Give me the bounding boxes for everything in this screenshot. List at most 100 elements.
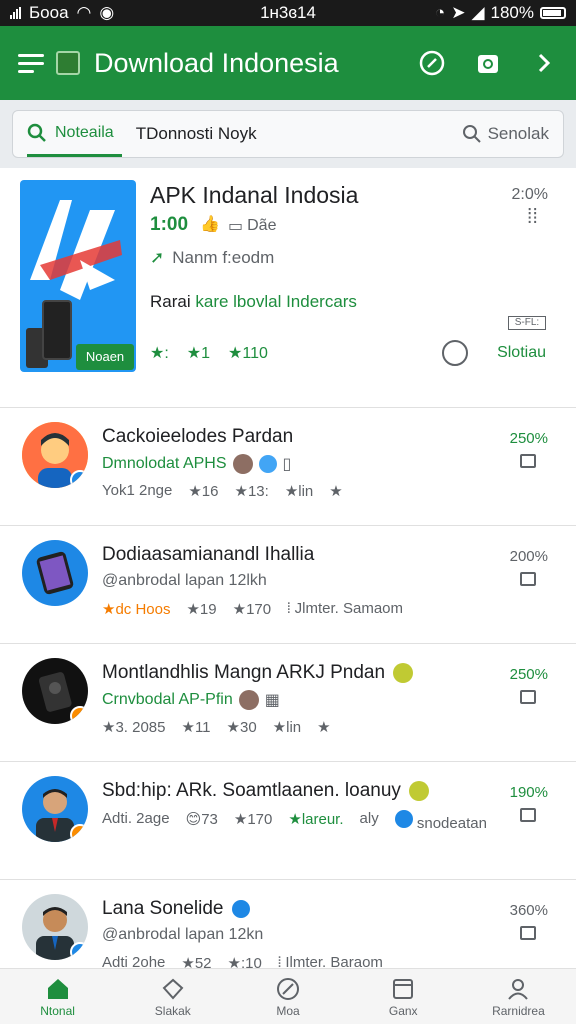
avatar bbox=[22, 894, 88, 960]
rating-3: ★110 bbox=[228, 345, 268, 362]
search-icon[interactable] bbox=[474, 49, 502, 77]
calendar-icon: ▭ bbox=[228, 218, 244, 235]
comment-icon[interactable] bbox=[520, 572, 536, 586]
type-meta: ▭ Dãe bbox=[228, 217, 277, 235]
verified-icon bbox=[231, 900, 250, 918]
user-avatar-icon bbox=[238, 690, 259, 710]
item-percent: 360% bbox=[509, 902, 548, 919]
rating-1: ★: bbox=[150, 345, 169, 362]
avatar bbox=[22, 422, 88, 488]
verified-icon bbox=[70, 942, 88, 960]
verified-icon bbox=[70, 706, 88, 724]
carrier-label: Боoa bbox=[29, 3, 69, 22]
item-stats: ★dc Hoos ★19 ★170 ⦙ Jlmter. Samaom bbox=[102, 600, 403, 618]
featured-ratings: ★: ★1 ★110 bbox=[150, 343, 268, 363]
item-title: Dodiaasamianandl Ihallia bbox=[102, 544, 315, 565]
item-title: Montlandhlis Mangn ARKJ Pndan bbox=[102, 662, 414, 684]
featured-app-card[interactable]: Noaen APK Indanal Indosia 1:00 👍 ▭ Dãe ➚… bbox=[0, 168, 576, 408]
sync-icon: ◉ bbox=[99, 3, 115, 22]
item-stats: Yok1 2nge ★16 ★13: ★lin ★ bbox=[102, 482, 343, 500]
search-query: TDonnosti Noyk bbox=[135, 124, 257, 143]
item-title: Cackoieelodes Pardan bbox=[102, 426, 294, 447]
user-avatar-icon bbox=[232, 454, 253, 474]
explore-icon[interactable] bbox=[418, 49, 446, 77]
app-logo bbox=[56, 51, 80, 75]
tag-icon bbox=[277, 977, 299, 1000]
list-item[interactable]: Sbd:hip: ARk. Soamtlaanen. loanuy Adti. … bbox=[0, 762, 576, 880]
home-icon bbox=[47, 978, 68, 999]
search-input[interactable]: Noteaila TDonnosti Noyk Senolak bbox=[12, 110, 564, 158]
tablet-icon bbox=[393, 978, 414, 999]
chevron-right-icon[interactable] bbox=[530, 49, 558, 77]
comment-icon[interactable] bbox=[520, 690, 536, 704]
verified-icon bbox=[70, 824, 88, 842]
app-title: Download Indonesia bbox=[94, 47, 339, 78]
nav-home[interactable]: Ntonal bbox=[0, 969, 115, 1024]
coin-icon: 😊73 bbox=[185, 811, 218, 828]
search-icon bbox=[462, 125, 481, 143]
wifi-icon: ◠ bbox=[76, 3, 92, 22]
grid-icon: ▦ bbox=[264, 692, 280, 709]
battery-icon bbox=[540, 7, 566, 19]
tag-icon bbox=[394, 810, 413, 828]
menu-icon[interactable] bbox=[18, 53, 44, 73]
app-list: Cackoieelodes Pardan Dmnolodat APHS ▯ Yo… bbox=[0, 408, 576, 998]
item-stats: ★3. 2085 ★11 ★30 ★lin ★ bbox=[102, 719, 331, 736]
item-subtitle: @anbrodal lapan 12lkh bbox=[102, 572, 267, 589]
nav-library[interactable]: Ganx bbox=[346, 969, 461, 1024]
nav-profile[interactable]: Rarnidrea bbox=[461, 969, 576, 1024]
comment-icon[interactable] bbox=[520, 454, 536, 468]
search-tab-label: Noteaila bbox=[55, 123, 114, 141]
signal-icon bbox=[10, 7, 21, 19]
play-icon: ➚ bbox=[150, 248, 165, 267]
verified-icon bbox=[70, 470, 88, 488]
comment-icon[interactable] bbox=[520, 926, 536, 940]
status-bar: Боoa ◠ ◉ 1ʜ3ɞ14 ◔ ➤ ◢ 180% bbox=[0, 0, 576, 26]
list-item[interactable]: Dodiaasamianandl Ihallia @anbrodal lapan… bbox=[0, 526, 576, 644]
clock-icon[interactable] bbox=[442, 340, 468, 366]
item-subtitle: Crnvbodal AP-Pfin ▦ bbox=[102, 690, 280, 710]
item-title: Lana Sonelide bbox=[102, 898, 250, 920]
developer-line: ➚ Nanm f:eodm bbox=[150, 248, 275, 267]
person-icon bbox=[508, 978, 529, 1000]
search-button[interactable]: Senolak bbox=[462, 124, 549, 144]
featured-action[interactable]: Slotiau bbox=[497, 344, 546, 362]
list-item[interactable]: Cackoieelodes Pardan Dmnolodat APHS ▯ Yo… bbox=[0, 408, 576, 526]
badge-icon bbox=[393, 663, 414, 683]
featured-app-title: APK Indanal Indosia bbox=[150, 182, 359, 208]
featured-price: 1:00 bbox=[150, 214, 189, 235]
new-badge: Noaen bbox=[76, 344, 134, 370]
search-button-label: Senolak bbox=[487, 124, 549, 143]
share-icon bbox=[258, 455, 277, 473]
item-stats: Adti. 2age 😊73 ★170 ★lareur. aly snodeat… bbox=[102, 810, 487, 832]
list-item[interactable]: Montlandhlis Mangn ARKJ Pndan Crnvbodal … bbox=[0, 644, 576, 762]
copy-icon: ▯ bbox=[282, 456, 292, 473]
item-percent: 250% bbox=[509, 430, 548, 447]
item-subtitle: Dmnolodat APHS ▯ bbox=[102, 454, 292, 474]
item-percent: 200% bbox=[509, 548, 548, 565]
featured-percent: 2:0% bbox=[511, 186, 548, 203]
avatar bbox=[22, 540, 88, 606]
item-percent: 250% bbox=[509, 666, 548, 683]
alarm-icon: ◔ bbox=[434, 3, 446, 22]
network-icon: ◢ bbox=[471, 3, 485, 22]
rating-2: ★1 bbox=[186, 345, 211, 362]
avatar bbox=[22, 776, 88, 842]
nav-map[interactable]: Moa bbox=[230, 969, 345, 1024]
stack-icon bbox=[162, 978, 184, 999]
more-options-icon[interactable]: ⁞⁞ bbox=[527, 207, 538, 227]
location-icon: ➤ bbox=[451, 3, 466, 22]
size-badge: S-FL: bbox=[508, 316, 546, 330]
bottom-nav: Ntonal Slakak Moa Ganx Rarnidrea bbox=[0, 968, 576, 1024]
search-tab[interactable]: Noteaila bbox=[27, 111, 122, 157]
search-icon bbox=[27, 123, 46, 142]
avatar bbox=[22, 658, 88, 724]
item-subtitle: @anbrodal lapan 12kn bbox=[102, 926, 264, 943]
search-bar: Noteaila TDonnosti Noyk Senolak bbox=[0, 100, 576, 168]
nav-stack[interactable]: Slakak bbox=[115, 969, 230, 1024]
app-bar: Download Indonesia bbox=[0, 26, 576, 100]
battery-percent: 180% bbox=[490, 3, 534, 22]
coin-icon: 👍 bbox=[200, 216, 220, 233]
comment-icon[interactable] bbox=[520, 808, 536, 822]
item-title: Sbd:hip: ARk. Soamtlaanen. loanuy bbox=[102, 780, 429, 802]
